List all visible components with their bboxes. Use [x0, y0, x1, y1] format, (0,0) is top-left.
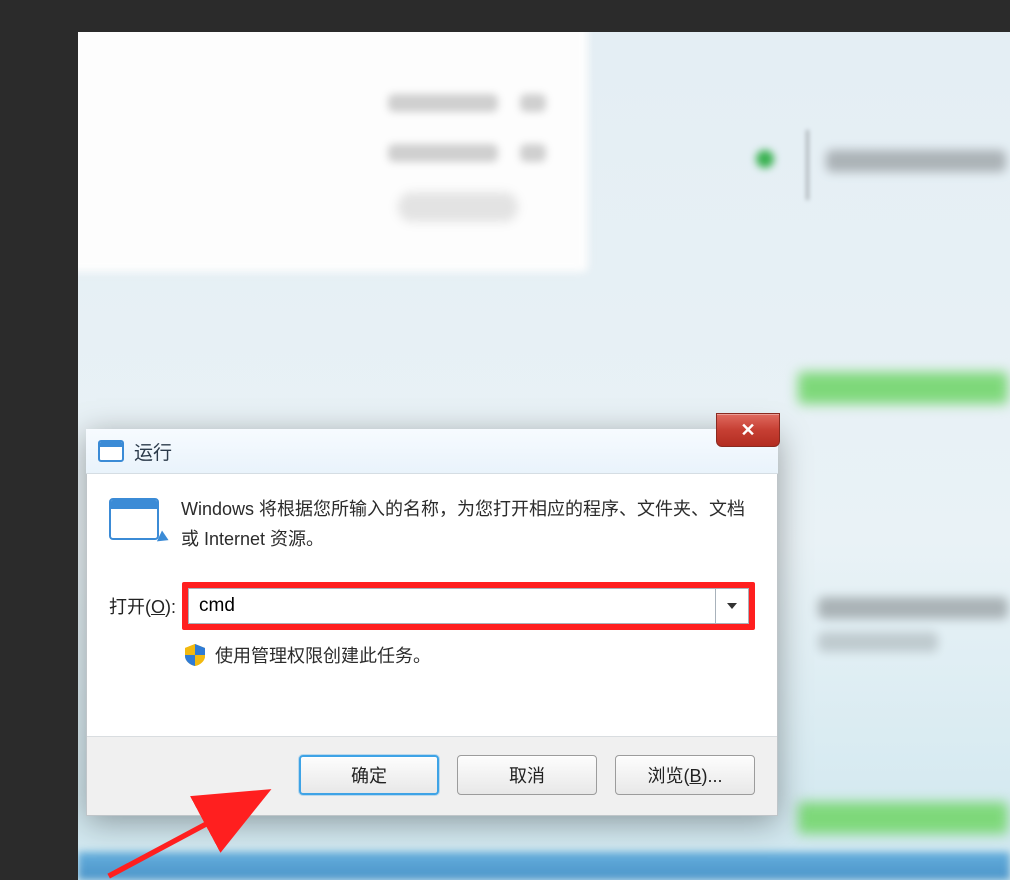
- description-row: Windows 将根据您所输入的名称，为您打开相应的程序、文件夹、文档或 Int…: [109, 494, 755, 554]
- open-label-hotkey: O: [151, 597, 165, 617]
- ok-button[interactable]: 确定: [299, 755, 439, 795]
- admin-note-text: 使用管理权限创建此任务。: [215, 642, 431, 668]
- run-title: 运行: [134, 438, 172, 465]
- bg-blur-line: [520, 94, 546, 112]
- outer-frame: 运行 ✕ Windows 将根据您所输入的名称，为您打开相应的程序、文件夹、文档…: [0, 0, 1010, 880]
- cancel-button[interactable]: 取消: [457, 755, 597, 795]
- browse-suffix: )...: [702, 766, 723, 786]
- taskbar-blur: [78, 852, 1010, 880]
- run-title-icon: [98, 440, 124, 462]
- bg-green-bar: [798, 372, 1008, 404]
- close-button[interactable]: ✕: [716, 413, 780, 447]
- browse-button[interactable]: 浏览(B)...: [615, 755, 755, 795]
- admin-note-row: 使用管理权限创建此任务。: [185, 642, 755, 668]
- bg-divider: [806, 130, 809, 200]
- open-label: 打开(O):: [109, 593, 176, 619]
- run-titlebar[interactable]: 运行 ✕: [86, 429, 778, 474]
- browse-hotkey: B: [689, 766, 701, 786]
- run-dialog: 运行 ✕ Windows 将根据您所输入的名称，为您打开相应的程序、文件夹、文档…: [86, 429, 778, 816]
- bg-green-bar: [798, 802, 1008, 834]
- chevron-down-icon: [727, 603, 737, 609]
- browse-prefix: 浏览(: [647, 766, 689, 786]
- bg-blur-line: [818, 632, 938, 652]
- shield-icon: [185, 644, 205, 666]
- dropdown-button[interactable]: [715, 588, 749, 624]
- open-combobox-highlight: [182, 582, 755, 630]
- bg-blur-line: [818, 597, 1008, 619]
- open-row: 打开(O):: [109, 582, 755, 630]
- bg-blur-line: [520, 144, 546, 162]
- open-label-suffix: ):: [165, 597, 176, 617]
- run-program-icon: [109, 498, 159, 540]
- bg-blur-button: [398, 192, 518, 222]
- bg-blur-line: [388, 144, 498, 162]
- run-description: Windows 将根据您所输入的名称，为您打开相应的程序、文件夹、文档或 Int…: [181, 494, 755, 554]
- button-bar: 确定 取消 浏览(B)...: [87, 736, 777, 815]
- open-input[interactable]: [188, 588, 715, 624]
- desktop-background: 运行 ✕ Windows 将根据您所输入的名称，为您打开相应的程序、文件夹、文档…: [78, 32, 1010, 880]
- close-icon: ✕: [740, 420, 755, 441]
- bg-status-dot: [756, 150, 774, 168]
- bg-window-blur: [78, 32, 588, 272]
- run-body: Windows 将根据您所输入的名称，为您打开相应的程序、文件夹、文档或 Int…: [86, 474, 778, 816]
- open-label-prefix: 打开(: [109, 597, 151, 617]
- bg-blur-line: [388, 94, 498, 112]
- bg-blur-line: [826, 150, 1006, 172]
